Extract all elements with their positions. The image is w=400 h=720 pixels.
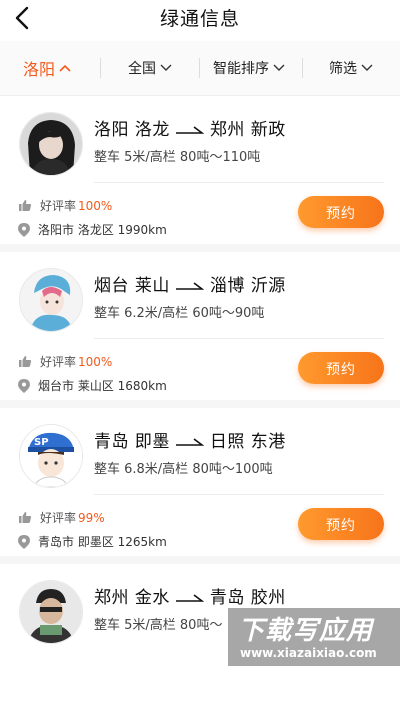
rating-value: 100% bbox=[78, 354, 113, 369]
route: 烟台 莱山 淄博 沂源 bbox=[94, 271, 286, 296]
reserve-button[interactable]: 预约 bbox=[298, 196, 384, 228]
route-arrow-icon bbox=[175, 438, 204, 446]
location: 洛阳市 洛龙区 1990km bbox=[18, 221, 167, 238]
thumbs-up-icon bbox=[19, 512, 32, 523]
filter-divider bbox=[199, 58, 200, 78]
location: 烟台市 莱山区 1680km bbox=[18, 377, 167, 394]
route-destination: 青岛 胶州 bbox=[209, 588, 286, 608]
truck-spec: 整车 5米/高栏 80吨～ bbox=[94, 618, 223, 633]
route-origin: 烟台 莱山 bbox=[94, 276, 170, 296]
route-origin: 洛阳 洛龙 bbox=[94, 120, 170, 140]
filter-city[interactable]: 洛阳 bbox=[23, 41, 71, 95]
route-arrow-icon bbox=[175, 594, 204, 602]
thumbs-up-icon bbox=[19, 356, 32, 367]
route-arrow-icon bbox=[175, 126, 204, 134]
location-text: 洛阳市 洛龙区 1990km bbox=[38, 223, 167, 237]
watermark-url: www.xiazaixiao.com bbox=[240, 646, 377, 660]
location-pin-icon bbox=[18, 534, 30, 549]
route-destination: 淄博 沂源 bbox=[209, 276, 286, 296]
avatar bbox=[19, 112, 83, 176]
rating-label: 好评率 bbox=[40, 511, 77, 525]
reserve-button[interactable]: 预约 bbox=[298, 352, 384, 384]
location-pin-icon bbox=[18, 222, 30, 237]
rating-value: 100% bbox=[78, 198, 113, 213]
rating-value: 99% bbox=[78, 510, 105, 525]
page-title: 绿通信息 bbox=[159, 8, 240, 30]
filter-more[interactable]: 筛选 bbox=[329, 41, 373, 95]
card-divider bbox=[94, 494, 384, 495]
route-origin: 郑州 金水 bbox=[94, 588, 170, 608]
app-header: 绿通信息 bbox=[0, 0, 400, 38]
filter-sort[interactable]: 智能排序 bbox=[213, 41, 285, 95]
reserve-button[interactable]: 预约 bbox=[298, 508, 384, 540]
filter-divider bbox=[302, 58, 303, 78]
avatar-image: SP bbox=[20, 425, 82, 487]
truck-spec: 整车 5米/高栏 80吨～110吨 bbox=[94, 150, 261, 165]
route-origin: 青岛 即墨 bbox=[94, 432, 170, 452]
avatar bbox=[19, 580, 83, 644]
location: 青岛市 即墨区 1265km bbox=[18, 533, 167, 550]
filter-bar: 洛阳 全国 智能排序 筛选 bbox=[0, 41, 400, 96]
truck-spec: 整车 6.8米/高栏 80吨～100吨 bbox=[94, 462, 273, 477]
avatar: SP bbox=[19, 424, 83, 488]
avatar-image bbox=[20, 113, 82, 175]
location-text: 青岛市 即墨区 1265km bbox=[38, 535, 167, 549]
card-divider bbox=[94, 338, 384, 339]
route: 青岛 即墨 日照 东港 bbox=[94, 427, 286, 452]
listing-card[interactable]: 洛阳 洛龙 郑州 新政 整车 5米/高栏 80吨～110吨 好评率 100% 洛阳… bbox=[0, 96, 400, 252]
svg-text:SP: SP bbox=[34, 437, 49, 448]
rating-label: 好评率 bbox=[40, 355, 77, 369]
filter-more-label: 筛选 bbox=[329, 61, 357, 77]
card-divider bbox=[94, 182, 384, 183]
avatar bbox=[19, 268, 83, 332]
rating: 好评率 100% bbox=[18, 197, 112, 214]
filter-divider bbox=[100, 58, 101, 78]
chevron-down-icon bbox=[273, 64, 285, 71]
avatar-image bbox=[20, 269, 82, 331]
filter-city-label: 洛阳 bbox=[23, 60, 56, 79]
chevron-down-icon bbox=[361, 64, 373, 71]
thumbs-up-icon bbox=[19, 200, 32, 211]
listing-card[interactable]: SP 青岛 即墨 日照 东港 整车 6.8米/高栏 80吨～100吨 好评率 99… bbox=[0, 408, 400, 564]
filter-sort-label: 智能排序 bbox=[213, 61, 269, 77]
route-arrow-icon bbox=[175, 282, 204, 290]
route: 郑州 金水 青岛 胶州 bbox=[94, 583, 286, 608]
filter-region[interactable]: 全国 bbox=[128, 41, 172, 95]
chevron-up-icon bbox=[59, 64, 71, 72]
rating-label: 好评率 bbox=[40, 199, 77, 213]
avatar-image bbox=[20, 581, 82, 643]
listing-card[interactable]: 烟台 莱山 淄博 沂源 整车 6.2米/高栏 60吨～90吨 好评率 100% 烟… bbox=[0, 252, 400, 408]
location-text: 烟台市 莱山区 1680km bbox=[38, 379, 167, 393]
route-destination: 日照 东港 bbox=[209, 432, 286, 452]
watermark-title: 下载写应用 bbox=[238, 616, 374, 646]
watermark: 下载写应用 www.xiazaixiao.com bbox=[228, 608, 400, 666]
filter-region-label: 全国 bbox=[128, 61, 156, 77]
card-separator bbox=[0, 400, 400, 408]
truck-spec: 整车 6.2米/高栏 60吨～90吨 bbox=[94, 306, 265, 321]
route: 洛阳 洛龙 郑州 新政 bbox=[94, 115, 286, 140]
chevron-down-icon bbox=[160, 64, 172, 71]
rating: 好评率 100% bbox=[18, 353, 112, 370]
rating: 好评率 99% bbox=[18, 509, 105, 526]
location-pin-icon bbox=[18, 378, 30, 393]
card-separator bbox=[0, 244, 400, 252]
route-destination: 郑州 新政 bbox=[209, 120, 286, 140]
card-separator bbox=[0, 556, 400, 564]
